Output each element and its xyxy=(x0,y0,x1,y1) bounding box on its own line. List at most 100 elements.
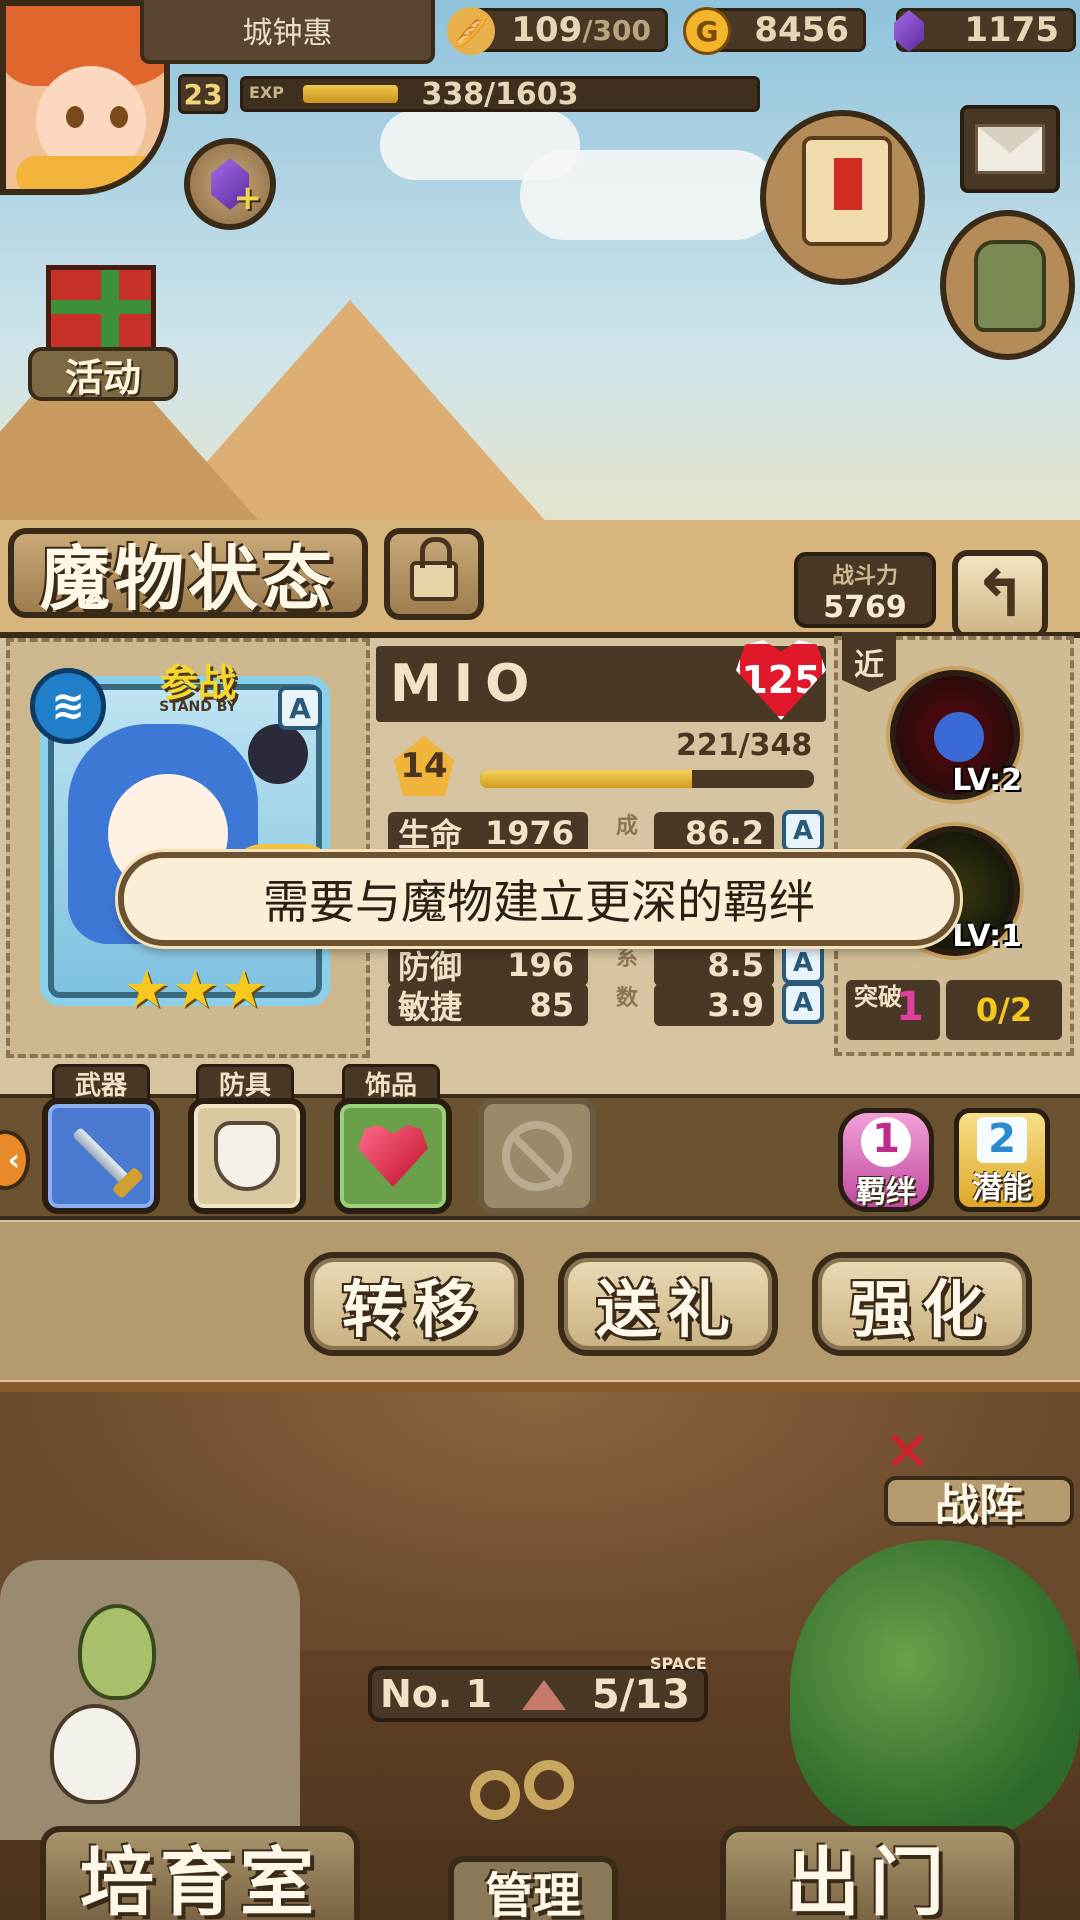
star-rating: ★ ★ ★ xyxy=(123,960,267,1020)
stat-hp: 生命 1976 xyxy=(388,812,588,854)
back-arrow-icon: ↰ xyxy=(973,558,1027,632)
tab-accessory: 饰品 xyxy=(342,1064,440,1102)
stamina-counter: 🥖 109/300 xyxy=(447,7,668,55)
star-icon: ★ xyxy=(123,960,170,1020)
breakthrough-value: 1 xyxy=(896,984,924,1030)
forbidden-icon xyxy=(502,1121,572,1191)
weapon-slot[interactable] xyxy=(42,1098,160,1214)
tree xyxy=(790,1540,1080,1840)
stat-agi-rank: A xyxy=(782,982,824,1024)
stat-def: 防御 196 xyxy=(388,944,588,986)
back-button[interactable]: ↰ xyxy=(952,550,1048,640)
white-egg[interactable] xyxy=(50,1704,140,1804)
nav-go-out[interactable]: 出门 xyxy=(720,1826,1020,1920)
gold-counter: G 8456 xyxy=(683,7,866,55)
breakthrough-progress: 0/2 xyxy=(946,980,1062,1040)
breakthrough-label: 突破 xyxy=(846,980,940,1040)
combat-power: 战斗力 5769 xyxy=(794,552,936,628)
player-exp-bar: EXP 338/1603 xyxy=(240,76,760,112)
keys-icon xyxy=(470,1760,600,1850)
stat-value: 1976 xyxy=(484,814,574,852)
bond-count: 1 xyxy=(861,1117,911,1167)
tab-armor: 防具 xyxy=(196,1064,294,1102)
player-exp-text: 338/1603 xyxy=(421,77,579,112)
bag-button[interactable] xyxy=(940,210,1075,360)
skill-paw[interactable]: LV:2 xyxy=(890,670,1022,800)
star-icon: ★ xyxy=(171,960,219,1020)
plus-icon: + xyxy=(233,178,263,218)
room-number: No. 1 xyxy=(380,1672,493,1716)
lock-button[interactable] xyxy=(384,528,484,620)
sword-icon xyxy=(72,1127,130,1185)
envelope-icon xyxy=(975,124,1045,174)
stat-value: 196 xyxy=(507,946,574,984)
nav-manage[interactable]: 管理 xyxy=(448,1856,618,1920)
standby-en: STAND BY xyxy=(159,699,237,715)
gold-coin-icon: G xyxy=(683,7,731,55)
triangle-icon xyxy=(522,1680,566,1710)
monster-rank: A xyxy=(278,686,322,730)
coef-char: 数 xyxy=(615,986,638,1011)
standby-badge: 参战 STAND BY xyxy=(128,652,268,715)
quest-button[interactable] xyxy=(760,110,925,285)
stat-label: 生命 xyxy=(398,816,463,854)
potential-label: 潜能 xyxy=(972,1171,1032,1206)
armor-slot[interactable] xyxy=(188,1098,306,1214)
formation-button[interactable]: ✕ 战阵 xyxy=(884,1420,1074,1531)
page-title: 魔物状态 xyxy=(8,528,368,620)
combat-power-value: 5769 xyxy=(823,590,907,625)
gem-counter: 1175 xyxy=(894,8,1076,52)
event-button[interactable]: 活动 xyxy=(18,235,186,405)
stat-label: 敏捷 xyxy=(398,988,463,1026)
accessory-slot[interactable] xyxy=(334,1098,452,1214)
skill-level: LV:1 xyxy=(952,919,1022,954)
stat-hp-coef: 86.2 xyxy=(654,812,774,854)
monster-exp-fill xyxy=(480,770,693,788)
space-value: 5/13 xyxy=(591,1672,690,1718)
star-icon: ★ xyxy=(220,960,267,1020)
formation-label: 战阵 xyxy=(884,1476,1074,1531)
potential-button[interactable]: 2 潜能 xyxy=(954,1108,1050,1212)
toast-message: 需要与魔物建立更深的羁绊 xyxy=(118,852,960,946)
mail-button[interactable] xyxy=(960,105,1060,193)
event-label: 活动 xyxy=(28,347,178,401)
player-level: 23 xyxy=(178,74,228,114)
buy-gems-button[interactable]: + xyxy=(184,138,276,230)
bond-button[interactable]: 1 羁绊 xyxy=(838,1108,934,1212)
coef-char: 成 xyxy=(615,814,638,839)
paw-skill-icon xyxy=(934,712,984,762)
range-tag: 近 xyxy=(842,632,896,692)
gift-button[interactable]: 送礼 xyxy=(558,1252,778,1356)
transfer-button[interactable]: 转移 xyxy=(304,1252,524,1356)
enhance-button[interactable]: 强化 xyxy=(812,1252,1032,1356)
player-name: 城钟惠 xyxy=(140,0,435,64)
purple-gem-icon xyxy=(885,7,933,55)
stat-agi-coef: 3.9 xyxy=(654,984,774,1026)
top-status-bar: 城钟惠 🥖 109/300 G 8456 1175 xyxy=(140,0,1080,64)
monster-level: 14 xyxy=(394,736,454,796)
armor-icon xyxy=(214,1121,280,1191)
stat-value: 85 xyxy=(529,986,574,1024)
cloud xyxy=(380,110,580,180)
monster-exp-text: 221/348 xyxy=(676,728,813,763)
green-egg[interactable] xyxy=(78,1604,156,1700)
breeding-nest xyxy=(0,1560,300,1840)
water-element-icon: ≋ xyxy=(30,668,106,744)
stat-agi: 敏捷 85 xyxy=(388,984,588,1026)
lock-icon xyxy=(410,537,458,601)
scroll-icon xyxy=(802,136,892,246)
potential-count: 2 xyxy=(977,1117,1027,1163)
room-indicator: No. 1 SPACE 5/13 xyxy=(368,1654,708,1722)
stat-hp-rank: A xyxy=(782,810,824,852)
bond-label: 羁绊 xyxy=(856,1175,916,1210)
combat-power-label: 战斗力 xyxy=(831,564,898,589)
stat-def-coef: 8.5 xyxy=(654,944,774,986)
nav-breeding-room[interactable]: 培育室 xyxy=(40,1826,360,1920)
bread-icon: 🥖 xyxy=(447,7,495,55)
skill-level: LV:2 xyxy=(952,763,1022,798)
empty-slot xyxy=(478,1098,596,1214)
tab-weapon: 武器 xyxy=(52,1064,150,1102)
backpack-icon xyxy=(974,240,1046,332)
monster-info: MIO 125 14 221/348 生命 1976 成 86.2 A 防御 196… xyxy=(376,640,830,1050)
breakthrough: 突破 1 0/2 xyxy=(846,980,1062,1042)
